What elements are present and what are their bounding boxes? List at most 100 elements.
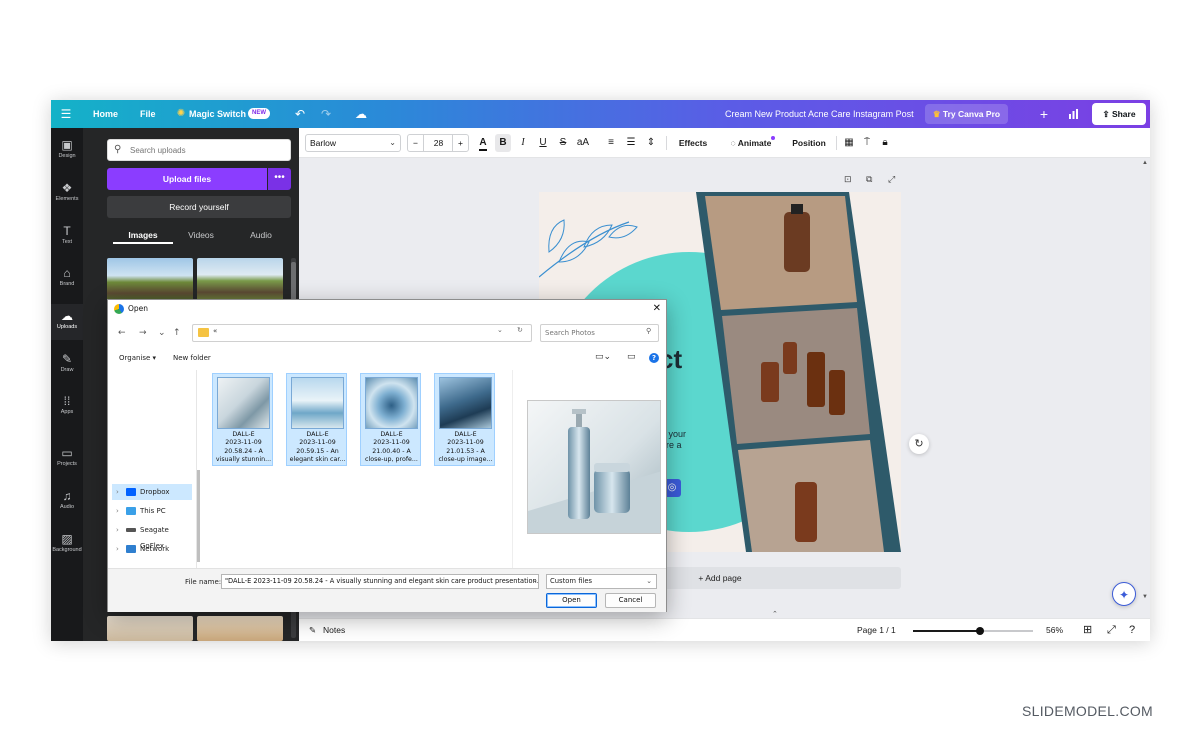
upload-thumbnail-interior[interactable] (107, 616, 193, 641)
font-size-stepper[interactable]: − 28 + (407, 134, 469, 152)
file-item[interactable]: DALL-E 2023-11-09 20.59.15 - An elegant … (286, 373, 347, 466)
nav-item-dropbox[interactable]: › Dropbox (112, 484, 192, 500)
magic-assistant-icon[interactable]: ✦ (1112, 582, 1136, 606)
rail-item-draw[interactable]: ✎ Draw (51, 352, 83, 374)
back-icon[interactable]: ← (118, 328, 126, 338)
search-uploads-input[interactable] (130, 143, 285, 158)
nav-item-this-pc[interactable]: › This PC (112, 503, 192, 519)
rail-item-brand[interactable]: ⌂ Brand (51, 266, 83, 288)
scroll-down-icon[interactable]: ▼ (1142, 594, 1148, 600)
share-button[interactable]: ⇪ Share (1092, 103, 1146, 125)
expand-arrow-icon[interactable]: › (116, 541, 119, 557)
new-folder-button[interactable]: New folder (173, 354, 211, 362)
plus-icon[interactable]: + (1037, 100, 1051, 128)
rotate-icon[interactable]: ↻ (909, 434, 929, 454)
expand-arrow-icon[interactable]: › (116, 522, 119, 538)
notes-button[interactable]: Notes (323, 619, 345, 641)
file-item[interactable]: DALL-E 2023-11-09 21.00.40 - A close-up,… (360, 373, 421, 466)
zoom-level[interactable]: 56% (1046, 619, 1063, 641)
rail-item-design[interactable]: ▣ Design (51, 138, 83, 160)
grid-view-icon[interactable]: ⊞ (1083, 619, 1092, 641)
upload-thumbnail-tractor[interactable] (197, 258, 283, 302)
spacing-icon[interactable]: ⇕ (643, 134, 659, 152)
cloud-sync-icon[interactable]: ☁ (353, 100, 369, 128)
underline-button[interactable]: U (535, 134, 551, 152)
open-button[interactable]: Open (546, 593, 597, 608)
font-family-select[interactable]: Barlow ⌄ (305, 134, 401, 152)
collapse-chevron-icon[interactable]: ⌃ (772, 610, 778, 618)
file-name-input[interactable]: "DALL-E 2023-11-09 20.58.24 - A visually… (221, 574, 539, 589)
address-bar[interactable]: « ⌄ ↻ (192, 324, 532, 342)
try-canva-pro-button[interactable]: ♛ Try Canva Pro (925, 104, 1008, 124)
help-icon[interactable]: ? (649, 353, 659, 363)
document-title[interactable]: Cream New Product Acne Care Instagram Po… (725, 100, 914, 128)
redo-icon[interactable]: ↷ (319, 100, 333, 128)
fullscreen-icon[interactable]: ⤢ (1107, 619, 1116, 641)
rail-item-background[interactable]: ▨ Background (51, 532, 83, 554)
file-item[interactable]: DALL-E 2023-11-09 21.01.53 - A close-up … (434, 373, 495, 466)
rail-item-elements[interactable]: ❖ Elements (51, 181, 83, 203)
italic-button[interactable]: I (515, 134, 531, 152)
file-menu[interactable]: File (140, 100, 156, 128)
rail-item-text[interactable]: T Text (51, 224, 83, 246)
scroll-up-icon[interactable]: ▲ (1142, 160, 1148, 166)
recent-locations-icon[interactable]: ⌄ (158, 328, 166, 338)
cancel-button[interactable]: Cancel (605, 593, 656, 608)
transparency-icon[interactable]: ▦ (841, 134, 857, 152)
search-photos-input[interactable] (545, 327, 643, 339)
lock-page-icon[interactable]: ⊡ (844, 174, 852, 185)
canvas-scrollbar[interactable]: ▲ ▼ (1142, 158, 1150, 618)
record-yourself-button[interactable]: Record yourself (107, 196, 291, 218)
zoom-slider[interactable] (913, 627, 1033, 635)
list-icon[interactable]: ☰ (623, 134, 639, 152)
bar-chart-icon[interactable] (1066, 100, 1080, 128)
tab-images[interactable]: Images (113, 226, 173, 244)
chevron-down-icon[interactable]: ⌄ (532, 576, 538, 584)
close-icon[interactable]: ✕ (653, 300, 661, 318)
font-size-value[interactable]: 28 (425, 135, 452, 151)
duplicate-page-icon[interactable]: ⧉ (866, 174, 872, 185)
nav-item-seagate[interactable]: › Seagate GoFlex (112, 522, 192, 550)
rail-item-audio[interactable]: ♫ Audio (51, 489, 83, 511)
align-icon[interactable]: ≡ (603, 134, 619, 152)
letter-case-button[interactable]: aA (573, 134, 593, 152)
file-item[interactable]: DALL-E 2023-11-09 20.58.24 - A visually … (212, 373, 273, 466)
tab-audio[interactable]: Audio (231, 226, 291, 244)
rail-item-apps[interactable]: ⁞⁞ Apps (51, 394, 83, 416)
bold-button[interactable]: B (495, 134, 511, 152)
refresh-icon[interactable]: ↻ (517, 326, 523, 334)
expand-arrow-icon[interactable]: › (116, 503, 119, 519)
navigation-scrollbar[interactable] (197, 470, 200, 562)
address-breadcrumb[interactable]: « (213, 327, 217, 335)
add-page-icon[interactable]: ⤢ (888, 174, 895, 185)
lock-icon[interactable]: 🔒︎ (877, 134, 893, 152)
page-indicator[interactable]: Page 1 / 1 (857, 619, 896, 641)
rail-item-projects[interactable]: ▭ Projects (51, 446, 83, 468)
text-color-icon[interactable]: A (475, 134, 491, 152)
file-type-select[interactable]: Custom files ⌄ (546, 574, 657, 589)
organise-menu[interactable]: Organise ▾ (119, 354, 156, 362)
position-button[interactable]: Position (787, 134, 831, 152)
increase-size-button[interactable]: + (452, 135, 468, 151)
zoom-slider-handle[interactable] (976, 627, 985, 635)
forward-icon[interactable]: → (139, 328, 147, 338)
decrease-size-button[interactable]: − (408, 135, 424, 151)
nav-item-network[interactable]: › Network (112, 541, 192, 557)
undo-icon[interactable]: ↶ (293, 100, 307, 128)
rail-item-uploads[interactable]: ☁ Uploads (51, 304, 83, 340)
chevron-down-icon[interactable]: ⌄ (497, 326, 503, 334)
notes-icon[interactable]: ✎ (309, 619, 316, 641)
up-folder-icon[interactable]: ↑ (173, 328, 181, 338)
view-options-icon[interactable]: ▭⌄ (595, 352, 611, 362)
effects-button[interactable]: Effects (673, 134, 713, 152)
strikethrough-button[interactable]: S (555, 134, 571, 152)
help-icon[interactable]: ? (1129, 619, 1135, 641)
animate-button[interactable]: ◌ Animate (723, 134, 779, 152)
magic-switch-button[interactable]: Magic Switch (189, 100, 246, 128)
tab-videos[interactable]: Videos (171, 226, 231, 244)
expand-arrow-icon[interactable]: › (116, 484, 119, 500)
upload-thumbnail-cosmetics[interactable] (197, 616, 283, 641)
upload-thumbnail-field[interactable] (107, 258, 193, 302)
more-options-icon[interactable]: ••• (268, 168, 291, 190)
paint-roller-icon[interactable]: ⍑ (859, 134, 875, 152)
